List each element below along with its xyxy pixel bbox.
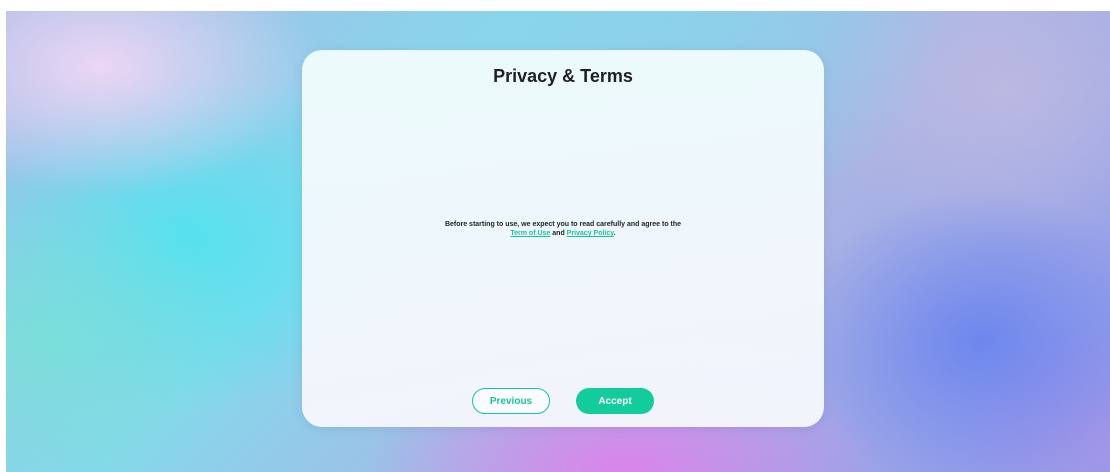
accept-button[interactable]: Accept	[576, 388, 654, 414]
period-text: .	[613, 230, 616, 237]
dialog-message: Before starting to use, we expect you to…	[302, 220, 824, 238]
message-line-2: Term of Use and Privacy Policy.	[302, 229, 824, 238]
message-line-1: Before starting to use, we expect you to…	[444, 221, 682, 228]
terms-of-use-link[interactable]: Term of Use	[510, 230, 550, 237]
privacy-terms-dialog: Privacy & Terms Before starting to use, …	[302, 50, 824, 427]
dialog-title: Privacy & Terms	[493, 66, 633, 86]
conjunction-text: and	[550, 230, 567, 237]
privacy-policy-link[interactable]: Privacy Policy	[567, 230, 614, 237]
app-screen: Privacy & Terms Before starting to use, …	[6, 11, 1110, 472]
previous-button[interactable]: Previous	[472, 388, 550, 414]
